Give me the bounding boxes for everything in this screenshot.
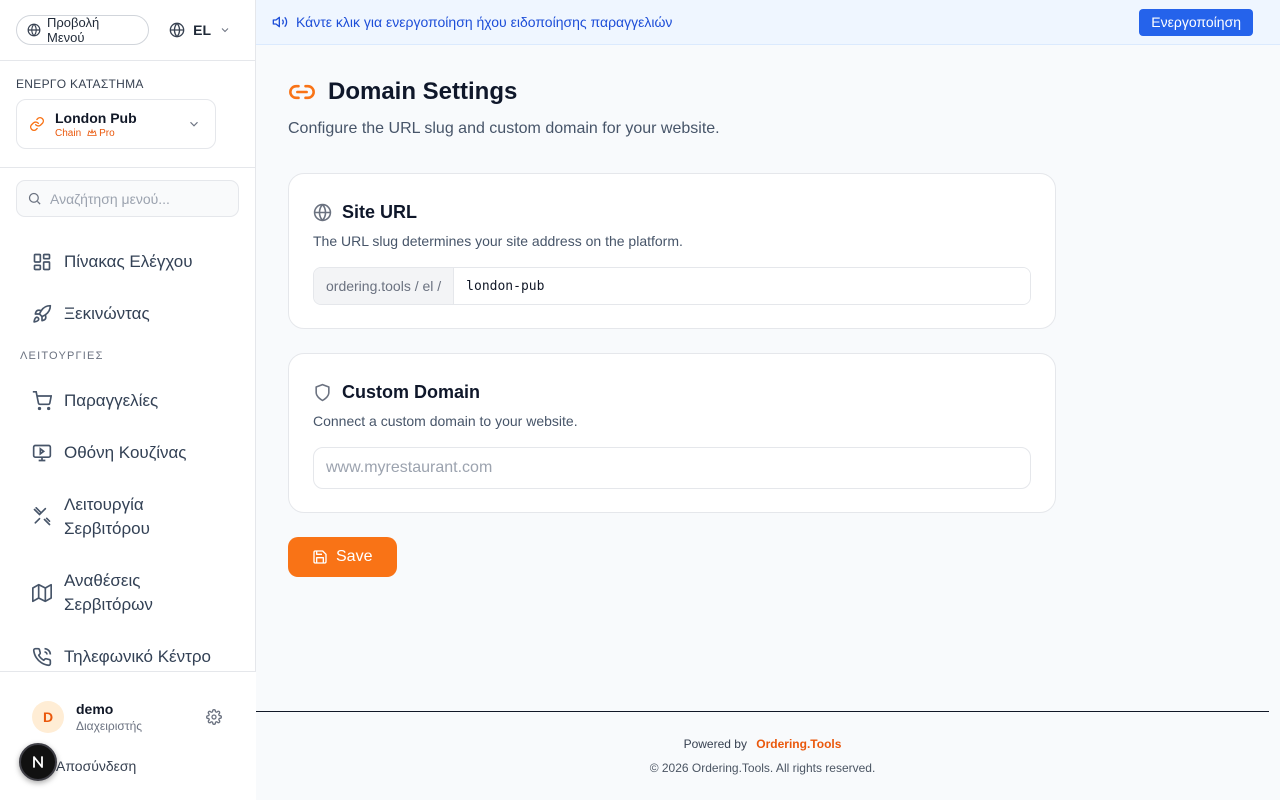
link-icon <box>29 116 45 132</box>
sidebar-item-label: Τηλεφωνικό Κέντρο <box>64 647 211 666</box>
url-prefix: ordering.tools / el / <box>314 268 455 304</box>
sidebar: Προβολή Μενού EL ΕΝΕΡΓΟ ΚΑΤΑΣΤΗΜΑ London… <box>0 0 256 800</box>
card-description: Connect a custom domain to your website. <box>313 413 578 429</box>
crown-icon <box>87 128 97 138</box>
card-header: Custom Domain <box>313 382 1031 403</box>
globe-icon <box>169 22 185 38</box>
sidebar-item-label: Πίνακας Ελέγχου <box>64 252 193 271</box>
active-store-section: ΕΝΕΡΓΟ ΚΑΤΑΣΤΗΜΑ London Pub Chain Pro <box>0 61 255 168</box>
card-header: Site URL <box>313 202 1031 223</box>
sidebar-item-label-line: Σερβιτόρου <box>64 519 150 538</box>
site-url-card: Site URL The URL slug determines your si… <box>288 173 1056 329</box>
cart-icon <box>32 391 52 411</box>
logout-button[interactable]: Αποσύνδεση <box>56 758 136 774</box>
sidebar-header: Προβολή Μενού EL <box>0 0 255 61</box>
save-icon <box>312 549 328 565</box>
language-code: EL <box>193 22 211 38</box>
store-name: London Pub <box>55 109 137 126</box>
menu-search-input[interactable] <box>50 190 220 207</box>
sidebar-item-waiter-mode[interactable]: Λειτουργία Σερβιτόρου <box>0 479 256 555</box>
user-role: Διαχειριστής <box>76 719 143 733</box>
main-content: Domain Settings Configure the URL slug a… <box>288 45 1056 577</box>
gear-icon[interactable] <box>206 709 222 725</box>
menu-search-wrapper <box>0 168 255 217</box>
store-info: London Pub Chain Pro <box>55 110 137 139</box>
user-profile: D demo Διαχειριστής <box>0 672 256 746</box>
sidebar-item-dashboard[interactable]: Πίνακας Ελέγχου <box>0 236 256 288</box>
sound-notification-banner: Κάντε κλικ για ενεργοποίηση ήχου ειδοποί… <box>256 0 1280 45</box>
store-type: Chain <box>55 127 82 139</box>
dashboard-icon <box>32 252 52 272</box>
banner-text: Κάντε κλικ για ενεργοποίηση ήχου ειδοποί… <box>296 14 673 30</box>
card-title: Site URL <box>342 202 418 222</box>
store-selector[interactable]: London Pub Chain Pro <box>16 99 216 149</box>
n-logo-icon <box>30 754 46 770</box>
sidebar-item-getting-started[interactable]: Ξεκινώντας <box>0 288 256 340</box>
phone-icon <box>32 647 52 667</box>
active-store-caption: ΕΝΕΡΓΟ ΚΑΤΑΣΤΗΜΑ <box>16 77 144 91</box>
language-select[interactable]: EL <box>161 22 239 38</box>
menu-search <box>16 180 239 217</box>
sidebar-item-label: Λειτουργία Σερβιτόρου <box>64 493 150 541</box>
page-header: Domain Settings <box>288 78 1056 106</box>
monitor-icon <box>32 443 52 463</box>
sidebar-item-label: Παραγγελίες <box>64 391 159 410</box>
avatar: D <box>32 701 64 733</box>
powered-by-text: Powered by <box>683 737 747 751</box>
sidebar-item-label: Ξεκινώντας <box>64 304 150 323</box>
card-title: Custom Domain <box>342 382 481 402</box>
shield-icon <box>313 383 332 402</box>
nav-section-label: ΛΕΙΤΟΥΡΓΙΕΣ <box>20 350 104 362</box>
sidebar-nav: Πίνακας Ελέγχου Ξεκινώντας ΛΕΙΤΟΥΡΓΙΕΣ Π… <box>0 236 256 670</box>
chevron-down-icon <box>219 24 231 36</box>
chevron-down-icon <box>187 117 201 131</box>
footer-brand-link[interactable]: Ordering.Tools <box>756 737 841 751</box>
url-slug-group: ordering.tools / el / <box>313 267 1031 305</box>
sidebar-item-waiter-assignments[interactable]: Αναθέσεις Σερβιτόρων <box>0 555 256 631</box>
view-menu-button[interactable]: Προβολή Μενού <box>16 15 150 45</box>
plan-badge: Pro <box>87 128 115 139</box>
n-badge-button[interactable] <box>19 743 57 781</box>
custom-domain-input[interactable] <box>313 447 1031 489</box>
sidebar-item-orders[interactable]: Παραγγελίες <box>0 375 256 427</box>
speaker-icon <box>272 14 288 30</box>
save-label: Save <box>336 548 373 565</box>
sidebar-item-label-line: Λειτουργία <box>64 495 144 514</box>
sidebar-item-label: Αναθέσεις Σερβιτόρων <box>64 569 153 617</box>
rocket-icon <box>32 304 52 324</box>
utensils-icon <box>32 507 52 527</box>
globe-icon <box>313 203 332 222</box>
store-meta: Chain Pro <box>55 128 137 139</box>
card-description: The URL slug determines your site addres… <box>313 233 683 249</box>
url-slug-input[interactable] <box>454 268 1030 304</box>
footer-powered-by: Powered by Ordering.Tools <box>256 737 1269 751</box>
search-icon <box>27 191 42 206</box>
page-title: Domain Settings <box>328 78 518 105</box>
view-menu-label: Προβολή Μενού <box>47 15 100 45</box>
user-name: demo <box>76 701 114 717</box>
user-info: demo Διαχειριστής <box>76 701 142 733</box>
sidebar-item-label: Οθόνη Κουζίνας <box>64 443 187 462</box>
sidebar-item-label-line: Σερβιτόρων <box>64 595 153 614</box>
custom-domain-card: Custom Domain Connect a custom domain to… <box>288 353 1056 513</box>
sidebar-item-label-line: Αναθέσεις <box>64 571 141 590</box>
globe-icon <box>27 23 41 37</box>
sidebar-item-kitchen-display[interactable]: Οθόνη Κουζίνας <box>0 427 256 479</box>
page-footer: Powered by Ordering.Tools © 2026 Orderin… <box>256 711 1269 800</box>
map-icon <box>32 583 52 603</box>
link-icon <box>288 78 316 106</box>
enable-sound-button[interactable]: Ενεργοποίηση <box>1139 8 1253 36</box>
footer-copyright: © 2026 Ordering.Tools. All rights reserv… <box>649 761 876 775</box>
store-plan: Pro <box>99 127 115 139</box>
page-description: Configure the URL slug and custom domain… <box>288 120 720 137</box>
sidebar-item-call-center[interactable]: Τηλεφωνικό Κέντρο <box>0 631 256 670</box>
save-button[interactable]: Save <box>288 537 397 577</box>
